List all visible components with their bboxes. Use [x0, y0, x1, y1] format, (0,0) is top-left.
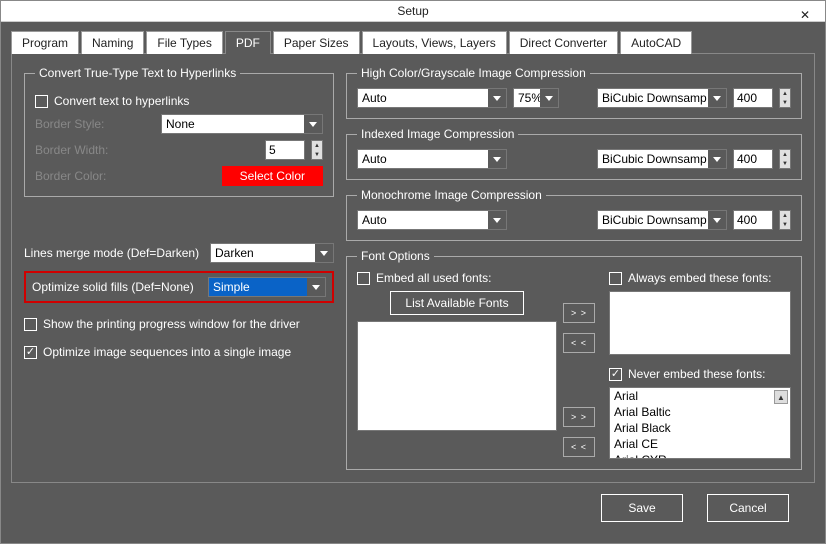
tab-pdf[interactable]: PDF	[225, 31, 271, 54]
never-embed-listbox[interactable]: Arial Arial Baltic Arial Black Arial CE …	[609, 387, 791, 459]
setup-window: Setup ✕ Program Naming File Types PDF Pa…	[0, 0, 826, 544]
high-dpi-input[interactable]: 400	[733, 88, 773, 108]
cancel-button[interactable]: Cancel	[707, 494, 789, 522]
dropdown-arrow-icon	[708, 150, 726, 168]
select-color-button[interactable]: Select Color	[222, 166, 323, 186]
embed-all-label: Embed all used fonts:	[376, 271, 491, 285]
remove-never-button[interactable]: < <	[563, 437, 595, 457]
indexed-dpi-input[interactable]: 400	[733, 149, 773, 169]
convert-hyperlinks-checkbox[interactable]	[35, 95, 48, 108]
tab-strip: Program Naming File Types PDF Paper Size…	[11, 30, 815, 53]
scroll-up-icon[interactable]: ▲	[774, 390, 788, 404]
indexed-legend: Indexed Image Compression	[357, 127, 518, 141]
mono-dpi-spinner[interactable]: ▲▼	[779, 210, 791, 230]
lines-merge-select[interactable]: Darken	[210, 243, 334, 263]
mono-legend: Monochrome Image Compression	[357, 188, 546, 202]
embed-all-checkbox[interactable]	[357, 272, 370, 285]
border-color-label: Border Color:	[35, 169, 155, 183]
show-progress-label: Show the printing progress window for th…	[43, 317, 300, 331]
show-progress-checkbox[interactable]	[24, 318, 37, 331]
lines-merge-label: Lines merge mode (Def=Darken)	[24, 246, 204, 260]
border-width-label: Border Width:	[35, 143, 155, 157]
dropdown-arrow-icon	[708, 89, 726, 107]
dropdown-arrow-icon	[708, 211, 726, 229]
always-embed-listbox[interactable]	[609, 291, 791, 355]
indexed-auto-select[interactable]: Auto	[357, 149, 507, 169]
hyperlinks-legend: Convert True-Type Text to Hyperlinks	[35, 66, 240, 80]
save-button[interactable]: Save	[601, 494, 683, 522]
titlebar: Setup ✕	[1, 1, 825, 22]
border-style-select[interactable]: None	[161, 114, 323, 134]
list-item[interactable]: Arial Baltic	[610, 404, 790, 420]
high-color-legend: High Color/Grayscale Image Compression	[357, 66, 590, 80]
dropdown-arrow-icon	[488, 89, 506, 107]
tab-program[interactable]: Program	[11, 31, 79, 54]
window-title: Setup	[397, 4, 428, 18]
list-item[interactable]: Arial	[610, 388, 790, 404]
tab-panel: Convert True-Type Text to Hyperlinks Con…	[11, 53, 815, 483]
dropdown-arrow-icon	[315, 244, 333, 262]
high-color-group: High Color/Grayscale Image Compression A…	[346, 66, 802, 119]
border-style-value: None	[166, 117, 195, 131]
high-resamp-select[interactable]: BiCubic Downsamp	[597, 88, 727, 108]
optimize-img-checkbox[interactable]	[24, 346, 37, 359]
tab-directconv[interactable]: Direct Converter	[509, 31, 618, 54]
indexed-group: Indexed Image Compression Auto BiCubic D…	[346, 127, 802, 180]
lines-merge-value: Darken	[215, 246, 254, 260]
convert-hyperlinks-label: Convert text to hyperlinks	[54, 94, 189, 108]
tab-autocad[interactable]: AutoCAD	[620, 31, 692, 54]
font-options-group: Font Options Embed all used fonts: List …	[346, 249, 802, 470]
remove-always-button[interactable]: < <	[563, 333, 595, 353]
list-item[interactable]: Arial CE	[610, 436, 790, 452]
available-fonts-listbox[interactable]	[357, 321, 557, 431]
list-item[interactable]: Arial CYR	[610, 452, 790, 459]
left-column: Convert True-Type Text to Hyperlinks Con…	[24, 66, 334, 470]
optimize-fills-label: Optimize solid fills (Def=None)	[32, 280, 202, 294]
border-style-label: Border Style:	[35, 117, 155, 131]
optimize-fills-value: Simple	[213, 280, 250, 294]
high-auto-select[interactable]: Auto	[357, 88, 507, 108]
high-dpi-spinner[interactable]: ▲▼	[779, 88, 791, 108]
hyperlinks-group: Convert True-Type Text to Hyperlinks Con…	[24, 66, 334, 197]
list-fonts-button[interactable]: List Available Fonts	[390, 291, 523, 315]
add-always-button[interactable]: > >	[563, 303, 595, 323]
border-width-spinner[interactable]: ▲▼	[311, 140, 323, 160]
never-embed-label: Never embed these fonts:	[628, 367, 765, 381]
optimize-img-label: Optimize image sequences into a single i…	[43, 345, 291, 359]
list-item[interactable]: Arial Black	[610, 420, 790, 436]
tab-naming[interactable]: Naming	[81, 31, 144, 54]
right-column: High Color/Grayscale Image Compression A…	[346, 66, 802, 470]
border-width-input[interactable]: 5	[265, 140, 305, 160]
dropdown-arrow-icon	[488, 211, 506, 229]
content-area: Program Naming File Types PDF Paper Size…	[1, 22, 825, 543]
dropdown-arrow-icon	[307, 278, 325, 296]
font-options-legend: Font Options	[357, 249, 434, 263]
always-embed-checkbox[interactable]	[609, 272, 622, 285]
always-embed-label: Always embed these fonts:	[628, 271, 771, 285]
indexed-dpi-spinner[interactable]: ▲▼	[779, 149, 791, 169]
tab-layouts[interactable]: Layouts, Views, Layers	[362, 31, 507, 54]
close-button[interactable]: ✕	[785, 1, 825, 29]
never-embed-checkbox[interactable]	[609, 368, 622, 381]
mono-resamp-select[interactable]: BiCubic Downsamp	[597, 210, 727, 230]
mono-auto-select[interactable]: Auto	[357, 210, 507, 230]
mono-dpi-input[interactable]: 400	[733, 210, 773, 230]
tab-papersizes[interactable]: Paper Sizes	[273, 31, 360, 54]
highlighted-option-box: Optimize solid fills (Def=None) Simple	[24, 271, 334, 303]
dropdown-arrow-icon	[304, 115, 322, 133]
high-pct-select[interactable]: 75%	[513, 88, 559, 108]
mono-group: Monochrome Image Compression Auto BiCubi…	[346, 188, 802, 241]
dropdown-arrow-icon	[540, 89, 558, 107]
dropdown-arrow-icon	[488, 150, 506, 168]
indexed-resamp-select[interactable]: BiCubic Downsamp	[597, 149, 727, 169]
tab-filetypes[interactable]: File Types	[146, 31, 222, 54]
optimize-fills-select[interactable]: Simple	[208, 277, 326, 297]
bottom-bar: Save Cancel	[11, 483, 815, 533]
add-never-button[interactable]: > >	[563, 407, 595, 427]
